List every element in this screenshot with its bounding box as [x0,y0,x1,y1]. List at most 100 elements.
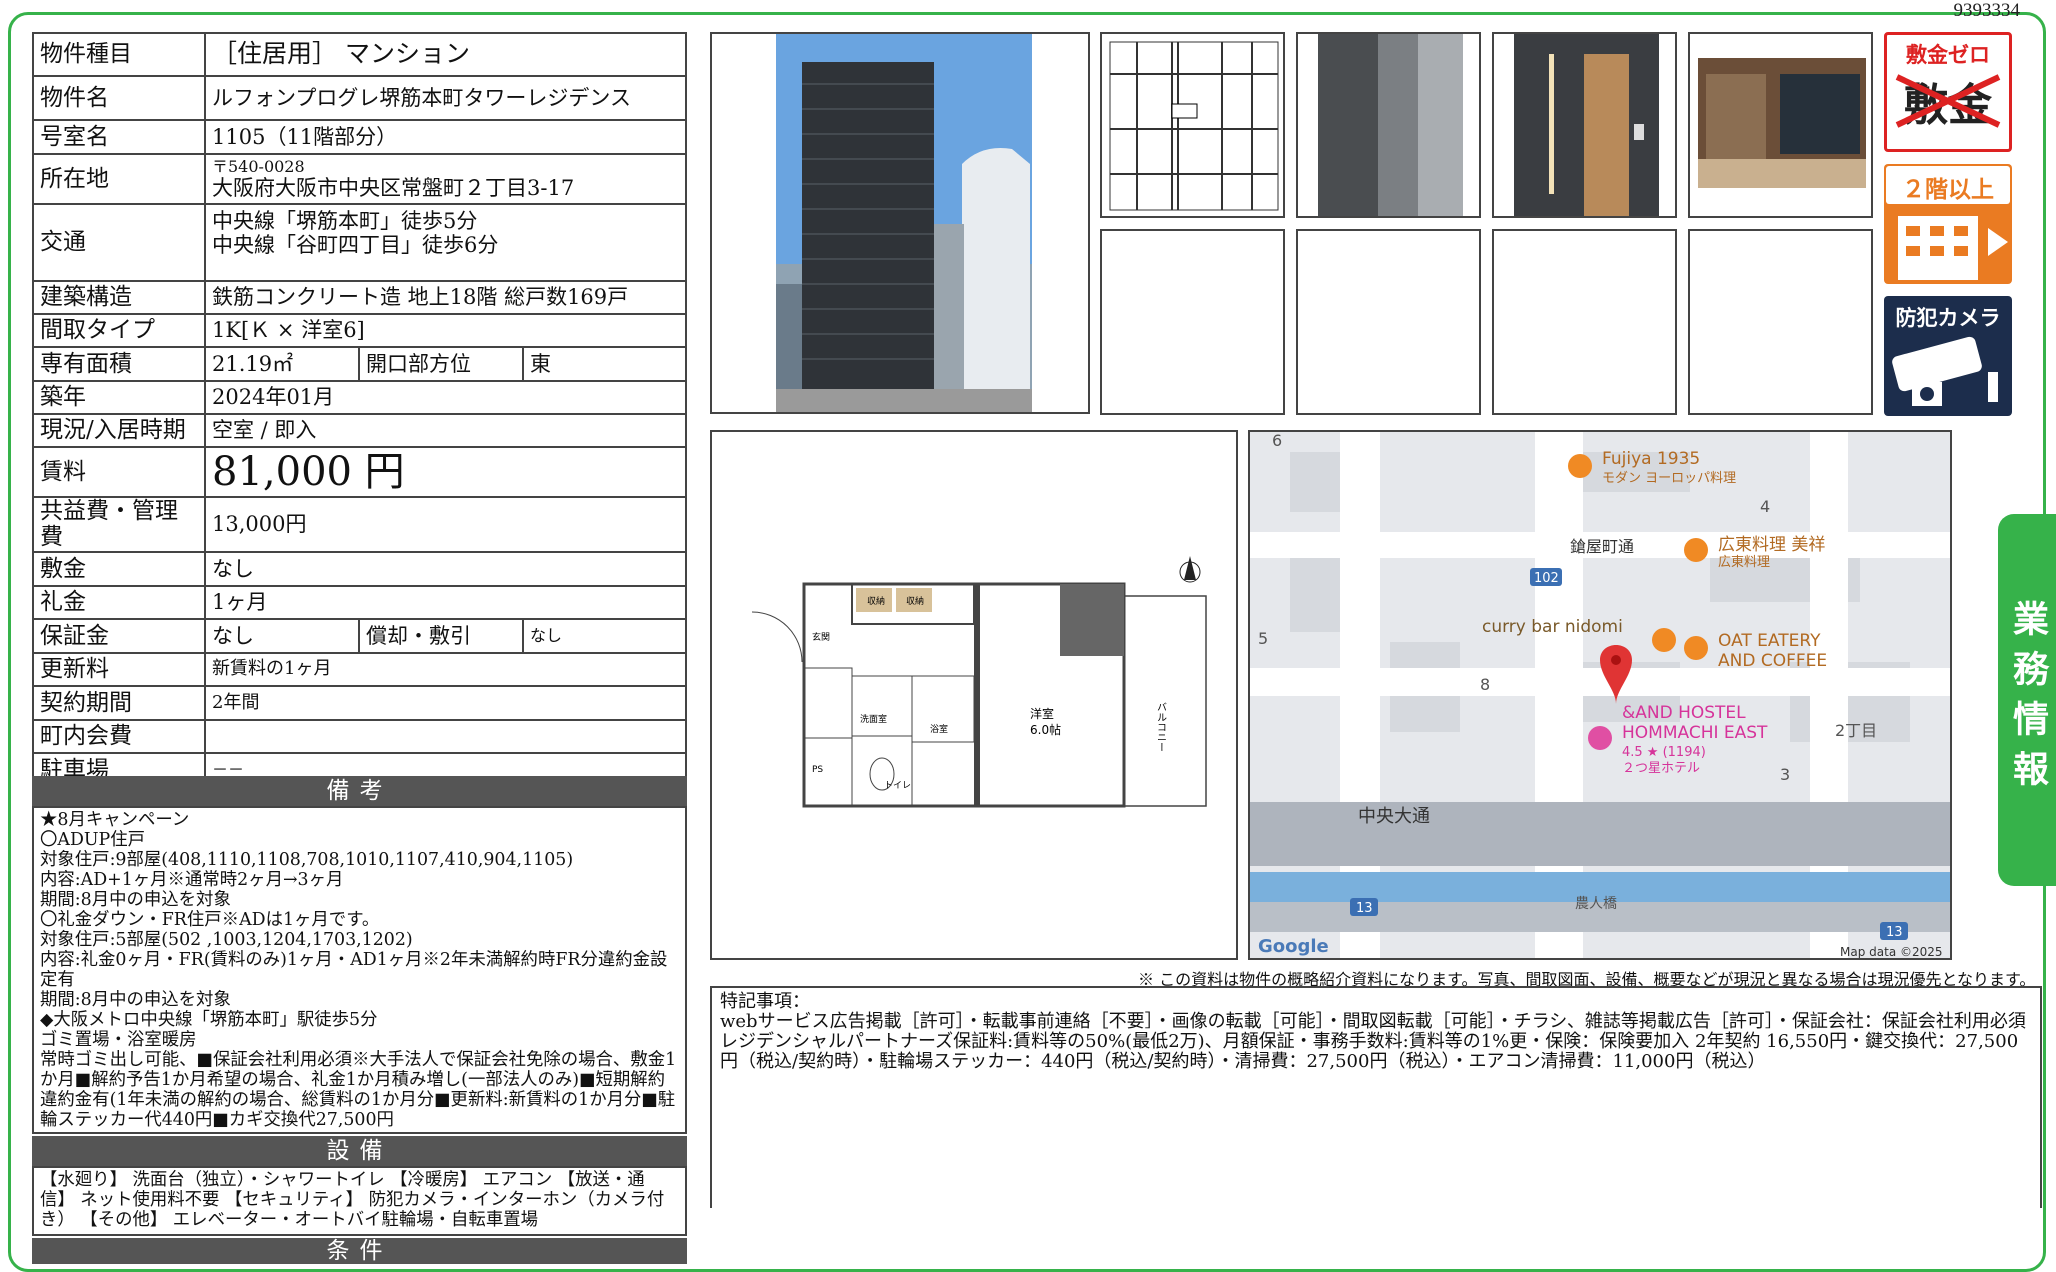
photo-slot-empty [1688,229,1873,415]
map-route-13a: 13 [1356,901,1373,916]
label-deposit: 保証金 [32,617,206,654]
value-address: 大阪府大阪市中央区常盤町２丁目3-17 [212,176,575,201]
value-reikin: 1ヶ月 [204,584,687,620]
map-poi-curry: curry bar nidomi [1482,617,1623,637]
map-route-102: 102 [1534,571,1559,586]
floorplan-storage-label: 収納 [867,595,885,607]
badge-zero-deposit-label: 敷金ゼロ [1906,43,1990,67]
badge-deposit-crossed: 敷金 [1887,69,2009,133]
map-street-yariya: 鎗屋町通 [1570,537,1634,556]
floorplan-ps-label: PS [812,765,823,775]
value-name: ルフォンプログレ堺筋本町タワーレジデンス [204,75,687,121]
special-notes-body: webサービス広告掲載［許可］・転載事前連絡［不要］・画像の転載［可能］・間取図… [720,1011,2026,1072]
value-deposit: なし [204,617,360,654]
badge-second-floor-label: ２階以上 [1886,166,2010,204]
label-structure: 建築構造 [32,280,206,315]
notes-body: ★8月キャンペーン 〇ADUP住戸 対象住戸:9部屋(408,1110,1108… [32,806,687,1134]
photo-slot-empty [1100,229,1285,415]
value-amortization: なし [522,617,687,654]
label-reikin: 礼金 [32,584,206,620]
value-rent: 81,000 円 [204,446,687,498]
badge-security-camera: 防犯カメラ [1884,296,2012,416]
special-notes-title: 特記事項： [720,991,810,1012]
label-name: 物件名 [32,75,206,121]
map-block-6: 6 [1272,432,1282,450]
building-icon [1898,216,2008,280]
floorplan-storage-label-2: 収納 [906,595,924,607]
lobby-photo [1492,32,1677,218]
floorplan-washroom-label: 洗面室 [860,713,887,725]
label-access: 交通 [32,203,206,282]
floorplan-entrance-label: 玄関 [812,631,830,643]
map-poi-oat: OAT EATERY [1718,631,1821,651]
access-line-2: 中央線「谷町四丁目」徒歩6分 [212,233,499,258]
map-block-4: 4 [1760,497,1770,516]
photo-slot-empty [1492,229,1677,415]
label-type: 物件種目 [32,32,206,77]
map-street-chuo: 中央大通 [1358,806,1430,827]
label-room: 号室名 [32,119,206,155]
value-structure: 鉄筋コンクリート造 地上18階 総戸数169戸 [204,280,687,315]
postal-code: 〒540-0028 [212,156,305,176]
map-poi-bisho: 広東料理 美祥 [1718,535,1825,555]
label-renewal: 更新料 [32,651,206,687]
map-poi-rating: 4.5 ★ (1194) [1622,745,1706,760]
label-town-fee: 町内会費 [32,718,206,754]
label-rent: 賃料 [32,446,206,498]
value-fee: 13,000円 [204,496,687,553]
interior-photo [1688,32,1873,218]
floorplan-room-size: 6.0帖 [1030,722,1061,737]
value-term: 2年間 [204,684,687,721]
map-poi-hostel: &AND HOSTEL [1622,703,1746,723]
floorplan-room-label: 洋室 [1030,706,1054,721]
value-layout: 1K[Ｋ × 洋室6] [204,313,687,348]
side-tab-business-info[interactable]: 業務情報 [1998,514,2056,886]
document-id: 9393334 [1953,0,2021,21]
map-block-5: 5 [1258,629,1268,648]
floorplan-balcony-label: バルコニー [1155,702,1167,752]
map-bridge: 農人橋 [1575,896,1617,912]
label-address: 所在地 [32,153,206,205]
label-area: 専有面積 [32,346,206,382]
label-amortization: 償却・敷引 [358,617,524,654]
map-google-logo: Google [1258,936,1329,957]
map-poi-star: ２つ星ホテル [1622,761,1700,776]
value-built: 2024年01月 [204,380,687,415]
notes-header: 備考 [32,776,687,806]
value-area: 21.19㎡ [204,346,360,382]
value-orientation: 東 [522,346,687,382]
map-copyright: Map data ©2025 [1840,945,1943,959]
map-poi-hostel-2: HOMMACHI EAST [1622,723,1768,743]
floorplan-toilet-label: トイレ [884,781,911,791]
value-room: 1105（11階部分） [204,119,687,155]
map-route-13b: 13 [1886,925,1903,940]
map-poi-fujiya-sub: モダン ヨーロッパ料理 [1602,471,1736,486]
entrance-photo [1296,32,1481,218]
badge-second-floor: ２階以上 [1884,164,2012,284]
badge-security-camera-label: 防犯カメラ [1895,306,2001,330]
map-poi-bisho-sub: 広東料理 [1718,554,1770,570]
map-poi-fujiya: Fujiya 1935 [1602,449,1700,469]
label-built: 築年 [32,380,206,415]
label-term: 契約期間 [32,684,206,721]
access-line-1: 中央線「堺筋本町」徒歩5分 [212,209,478,233]
location-map[interactable]: 6 4 5 8 3 2丁目 農人橋 102 13 13 Fujiya 1935 … [1248,430,1952,960]
floorplan-bath-label: 浴室 [930,723,948,735]
special-notes: 特記事項： webサービス広告掲載［許可］・転載事前連絡［不要］・画像の転載［可… [710,986,2042,1208]
north-arrow-icon [1179,556,1201,583]
camera-icon [1892,336,1998,406]
map-chome: 2丁目 [1835,721,1877,740]
facilities-header: 設備 [32,1136,687,1166]
value-town-fee [204,718,687,754]
badge-zero-deposit: 敷金ゼロ 敷金 [1884,32,2012,152]
building-photo [710,32,1090,414]
map-poi-oat-2: AND COFFEE [1718,651,1827,671]
access-map-thumbnail [1100,32,1285,218]
value-shikikin: なし [204,550,687,587]
label-layout: 間取タイプ [32,313,206,348]
map-block-8: 8 [1480,675,1490,694]
facilities-body: 【水廻り】 洗面台（独立）・シャワートイレ 【冷暖房】 エアコン 【放送・通信】… [32,1166,687,1236]
label-status: 現況/入居時期 [32,413,206,448]
label-orientation: 開口部方位 [358,346,524,382]
label-fee: 共益費・管理費 [32,496,206,553]
